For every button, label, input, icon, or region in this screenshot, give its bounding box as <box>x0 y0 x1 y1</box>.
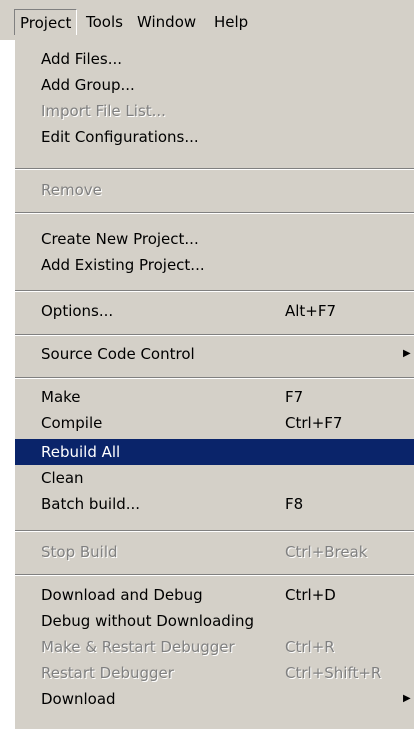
menu-item-shortcut: Ctrl+Break <box>285 543 368 561</box>
menu-item-options[interactable]: Options... Alt+F7 <box>15 298 414 324</box>
menu-tools[interactable]: Tools <box>81 9 128 35</box>
menu-item-label: Import File List... <box>41 102 166 120</box>
menu-item-add-files[interactable]: Add Files... <box>15 46 414 72</box>
menu-item-label: Remove <box>41 181 102 199</box>
submenu-arrow-icon: ▶ <box>403 348 411 359</box>
menu-item-label: Clean <box>41 469 84 487</box>
menu-item-label: Debug without Downloading <box>41 612 255 630</box>
menu-item-make-restart-debugger: Make & Restart Debugger Ctrl+R <box>15 634 414 660</box>
menu-item-label: Add Files... <box>41 50 123 68</box>
menu-item-import-file-list: Import File List... <box>15 98 414 124</box>
menu-item-shortcut: Ctrl+R <box>285 638 335 656</box>
submenu-arrow-icon: ▶ <box>403 693 411 704</box>
menu-item-batch-build[interactable]: Batch build... F8 <box>15 491 414 517</box>
menu-item-label: Batch build... <box>41 495 141 513</box>
menu-item-make[interactable]: Make F7 <box>15 384 414 410</box>
menu-item-add-group[interactable]: Add Group... <box>15 72 414 98</box>
menu-item-debug-without-downloading[interactable]: Debug without Downloading <box>15 608 414 634</box>
menu-item-add-existing-project[interactable]: Add Existing Project... <box>15 252 414 278</box>
menu-item-label: Download <box>41 690 116 708</box>
menu-item-label: Stop Build <box>41 543 118 561</box>
menu-item-restart-debugger: Restart Debugger Ctrl+Shift+R <box>15 660 414 686</box>
menu-item-label: Make & Restart Debugger <box>41 638 235 656</box>
menu-item-download[interactable]: Download ▶ <box>15 686 414 712</box>
menu-item-remove: Remove <box>15 177 414 203</box>
menu-item-download-and-debug[interactable]: Download and Debug Ctrl+D <box>15 582 414 608</box>
menu-item-shortcut: Alt+F7 <box>285 302 337 320</box>
menu-item-label: Source Code Control <box>41 345 195 363</box>
menu-separator <box>15 574 414 576</box>
menu-help[interactable]: Help <box>209 9 253 35</box>
menu-item-label: Compile <box>41 414 103 432</box>
menu-item-edit-configurations[interactable]: Edit Configurations... <box>15 124 414 150</box>
menu-separator <box>15 290 414 292</box>
menu-item-label: Rebuild All <box>41 443 121 461</box>
menu-separator <box>15 530 414 532</box>
menu-item-create-new-project[interactable]: Create New Project... <box>15 226 414 252</box>
menu-item-clean[interactable]: Clean <box>15 465 414 491</box>
menu-item-shortcut: F8 <box>285 495 304 513</box>
menu-item-source-code-control[interactable]: Source Code Control ▶ <box>15 341 414 367</box>
menu-item-shortcut: Ctrl+Shift+R <box>285 664 382 682</box>
menu-window[interactable]: Window <box>132 9 201 35</box>
menu-separator <box>15 168 414 170</box>
menu-item-label: Add Existing Project... <box>41 256 205 274</box>
menu-project[interactable]: Project <box>14 9 78 35</box>
app-window: Project Tools Window Help Add Files... A… <box>0 0 414 729</box>
project-dropdown-menu: Add Files... Add Group... Import File Li… <box>14 40 414 729</box>
menu-item-label: Add Group... <box>41 76 135 94</box>
menu-item-shortcut: Ctrl+F7 <box>285 414 343 432</box>
menu-item-stop-build: Stop Build Ctrl+Break <box>15 539 414 565</box>
menu-item-label: Make <box>41 388 81 406</box>
menu-item-label: Edit Configurations... <box>41 128 199 146</box>
menu-separator <box>15 334 414 336</box>
menu-separator <box>15 377 414 379</box>
menu-item-label: Restart Debugger <box>41 664 174 682</box>
menu-item-label: Download and Debug <box>41 586 203 604</box>
menu-separator <box>15 212 414 214</box>
menu-item-label: Options... <box>41 302 114 320</box>
menu-item-shortcut: Ctrl+D <box>285 586 336 604</box>
menu-bar: Project Tools Window Help <box>0 0 414 40</box>
menu-item-shortcut: F7 <box>285 388 304 406</box>
menu-item-compile[interactable]: Compile Ctrl+F7 <box>15 410 414 436</box>
menu-item-rebuild-all[interactable]: Rebuild All <box>15 439 414 465</box>
menu-item-label: Create New Project... <box>41 230 199 248</box>
